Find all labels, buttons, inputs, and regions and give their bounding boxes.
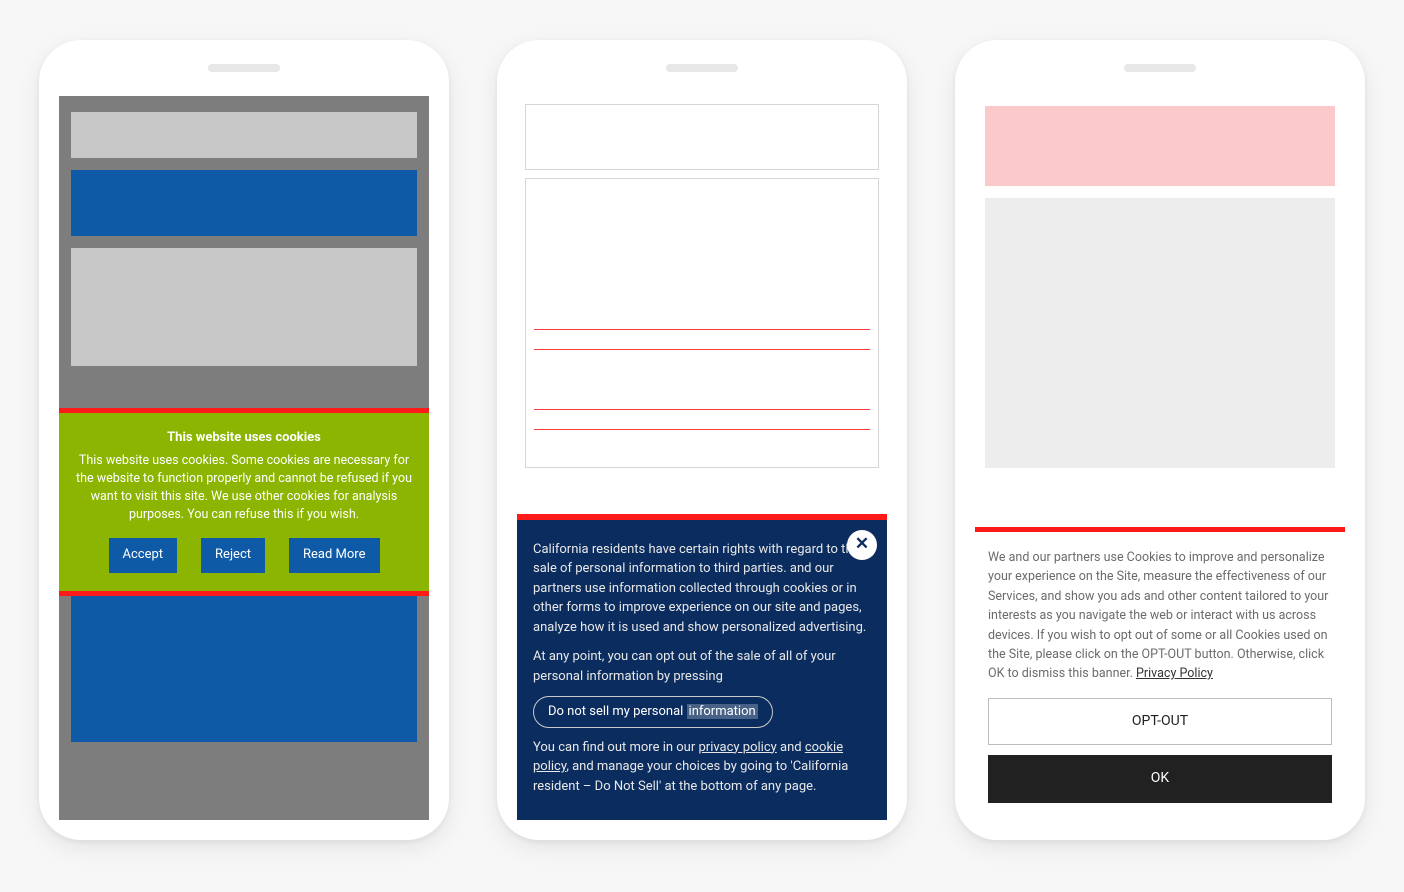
accept-button[interactable]: Accept bbox=[109, 538, 178, 573]
banner-body: We and our partners use Cookies to impro… bbox=[988, 550, 1328, 681]
phone-mockup-1: This website uses cookies This website u… bbox=[39, 40, 449, 840]
phone-screen: We and our partners use Cookies to impro… bbox=[975, 96, 1345, 820]
phone-screen: ✕ California residents have certain righ… bbox=[517, 96, 887, 820]
phone-speaker bbox=[208, 64, 280, 72]
phone-mockup-2: ✕ California residents have certain righ… bbox=[497, 40, 907, 840]
close-icon[interactable]: ✕ bbox=[847, 530, 877, 560]
banner-paragraph: At any point, you can opt out of the sal… bbox=[533, 647, 871, 686]
cookie-banner: ✕ California residents have certain righ… bbox=[517, 514, 887, 821]
phone-speaker bbox=[1124, 64, 1196, 72]
opt-out-button[interactable]: OPT-OUT bbox=[988, 698, 1332, 746]
phone-mockup-3: We and our partners use Cookies to impro… bbox=[955, 40, 1365, 840]
read-more-button[interactable]: Read More bbox=[289, 538, 379, 573]
do-not-sell-button[interactable]: Do not sell my personal information bbox=[533, 696, 773, 728]
redline bbox=[534, 329, 870, 330]
content-block bbox=[525, 104, 879, 170]
content-block bbox=[71, 248, 417, 366]
banner-title: This website uses cookies bbox=[76, 429, 412, 448]
content-block bbox=[985, 106, 1335, 186]
content-block bbox=[985, 198, 1335, 468]
cookie-banner: This website uses cookies This website u… bbox=[59, 408, 429, 596]
privacy-policy-link[interactable]: Privacy Policy bbox=[1136, 666, 1213, 681]
banner-paragraph: You can find out more in our privacy pol… bbox=[533, 738, 871, 797]
reject-button[interactable]: Reject bbox=[201, 538, 265, 573]
privacy-policy-link[interactable]: privacy policy bbox=[698, 740, 776, 755]
redline bbox=[534, 349, 870, 350]
cookie-banner: We and our partners use Cookies to impro… bbox=[975, 527, 1345, 820]
content-block bbox=[71, 170, 417, 236]
phone-speaker bbox=[666, 64, 738, 72]
redline bbox=[534, 409, 870, 410]
phone-screen: This website uses cookies This website u… bbox=[59, 96, 429, 820]
content-block bbox=[71, 112, 417, 158]
ok-button[interactable]: OK bbox=[988, 755, 1332, 803]
banner-paragraph: California residents have certain rights… bbox=[533, 540, 871, 638]
content-block bbox=[525, 178, 879, 468]
banner-body: This website uses cookies. Some cookies … bbox=[76, 452, 412, 525]
redline bbox=[534, 429, 870, 430]
